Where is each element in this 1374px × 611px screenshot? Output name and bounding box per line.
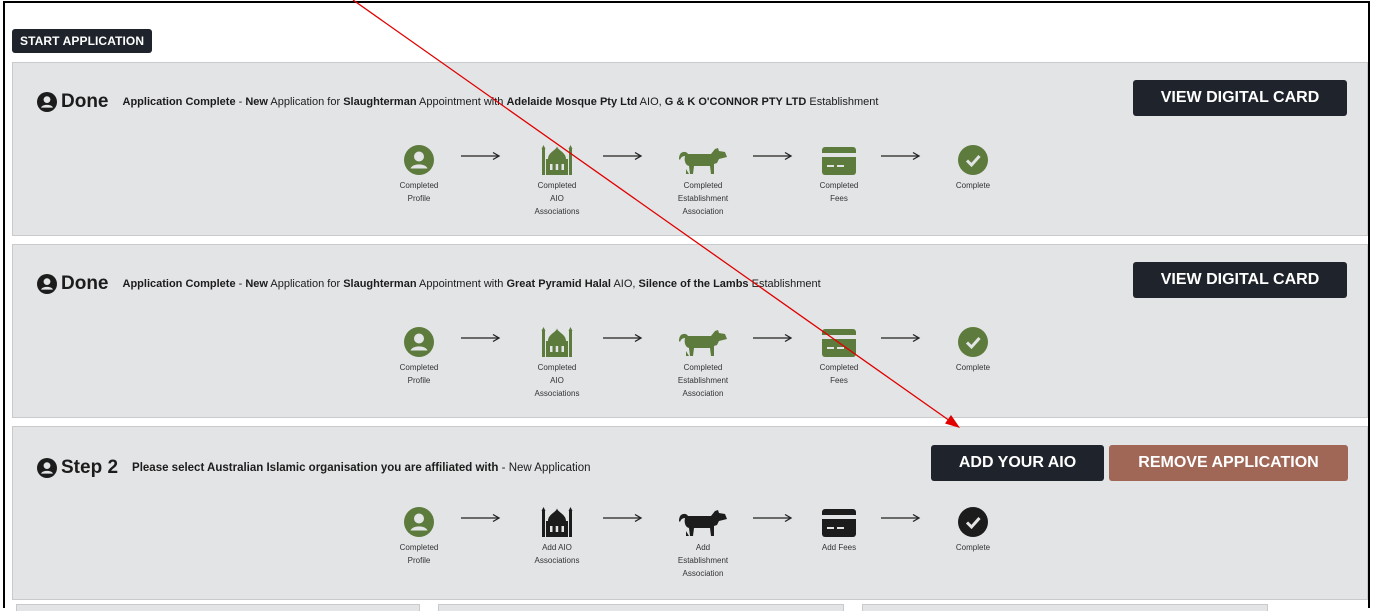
user-icon xyxy=(404,507,434,537)
status-label: Done xyxy=(61,273,109,294)
step-profile: Completed Profile xyxy=(379,323,459,387)
user-circle-icon xyxy=(37,92,57,112)
application-description: Application Complete - New Application f… xyxy=(122,96,879,108)
step-complete: Complete xyxy=(933,503,1013,554)
step-establishment: Add Establishment Association xyxy=(663,503,743,580)
arrow-right-icon xyxy=(603,513,643,523)
step-profile: Completed Profile xyxy=(379,141,459,205)
step-fees: Completed Fees xyxy=(799,141,879,205)
progress-steps: Completed Profile Completed AIO Association… xyxy=(13,141,1367,241)
application-card-2: Done Application Complete - New Applicat… xyxy=(12,244,1368,418)
step-aio: Completed AIO Associations xyxy=(517,323,597,400)
application-card-3: Step 2 Please select Australian Islamic … xyxy=(12,426,1368,600)
arrow-right-icon xyxy=(881,513,921,523)
status-label: Done xyxy=(61,91,109,112)
step-complete: Complete xyxy=(933,141,1013,192)
view-digital-card-button[interactable]: VIEW DIGITAL CARD xyxy=(1133,262,1347,298)
credit-card-icon xyxy=(822,329,856,357)
application-description: Application Complete - New Application f… xyxy=(122,278,821,290)
view-digital-card-button[interactable]: VIEW DIGITAL CARD xyxy=(1133,80,1347,116)
step-aio: Completed AIO Associations xyxy=(517,141,597,218)
status-done: Done xyxy=(37,273,109,295)
mosque-icon xyxy=(541,507,573,537)
user-icon xyxy=(404,327,434,357)
credit-card-icon xyxy=(822,509,856,537)
step-fees: Completed Fees xyxy=(799,323,879,387)
arrow-right-icon xyxy=(603,333,643,343)
user-icon xyxy=(404,145,434,175)
remove-application-button[interactable]: REMOVE APPLICATION xyxy=(1109,445,1348,481)
step-establishment: Completed Establishment Association xyxy=(663,141,743,218)
arrow-right-icon xyxy=(881,333,921,343)
user-circle-icon xyxy=(37,274,57,294)
step-fees: Add Fees xyxy=(799,503,879,554)
arrow-right-icon xyxy=(753,333,793,343)
mosque-icon xyxy=(541,327,573,357)
credit-card-icon xyxy=(822,147,856,175)
add-your-aio-button[interactable]: ADD YOUR AIO xyxy=(931,445,1104,481)
check-circle-icon xyxy=(958,327,988,357)
mosque-icon xyxy=(541,145,573,175)
step-aio: Add AIO Associations xyxy=(517,503,597,567)
progress-steps: Completed Profile Completed AIO Association… xyxy=(13,323,1367,423)
step-complete: Complete xyxy=(933,323,1013,374)
check-circle-icon xyxy=(958,145,988,175)
step-profile: Completed Profile xyxy=(379,503,459,567)
status-label: Step 2 xyxy=(61,457,119,478)
status-done: Done xyxy=(37,91,109,113)
arrow-right-icon xyxy=(753,513,793,523)
cow-icon xyxy=(679,510,727,536)
check-circle-icon xyxy=(958,507,988,537)
arrow-right-icon xyxy=(753,151,793,161)
user-circle-icon xyxy=(37,458,57,478)
arrow-right-icon xyxy=(461,333,501,343)
start-application-button[interactable]: START APPLICATION xyxy=(12,29,153,53)
arrow-right-icon xyxy=(461,513,501,523)
progress-steps: Completed Profile Add AIO Associations Add… xyxy=(13,503,1367,603)
arrow-right-icon xyxy=(603,151,643,161)
application-card-1: Done Application Complete - New Applicat… xyxy=(12,62,1368,236)
status-step: Step 2 xyxy=(37,457,118,479)
arrow-right-icon xyxy=(461,151,501,161)
arrow-right-icon xyxy=(881,151,921,161)
application-description: Please select Australian Islamic organis… xyxy=(132,462,591,474)
step-establishment: Completed Establishment Association xyxy=(663,323,743,400)
cow-icon xyxy=(679,148,727,174)
cow-icon xyxy=(679,330,727,356)
